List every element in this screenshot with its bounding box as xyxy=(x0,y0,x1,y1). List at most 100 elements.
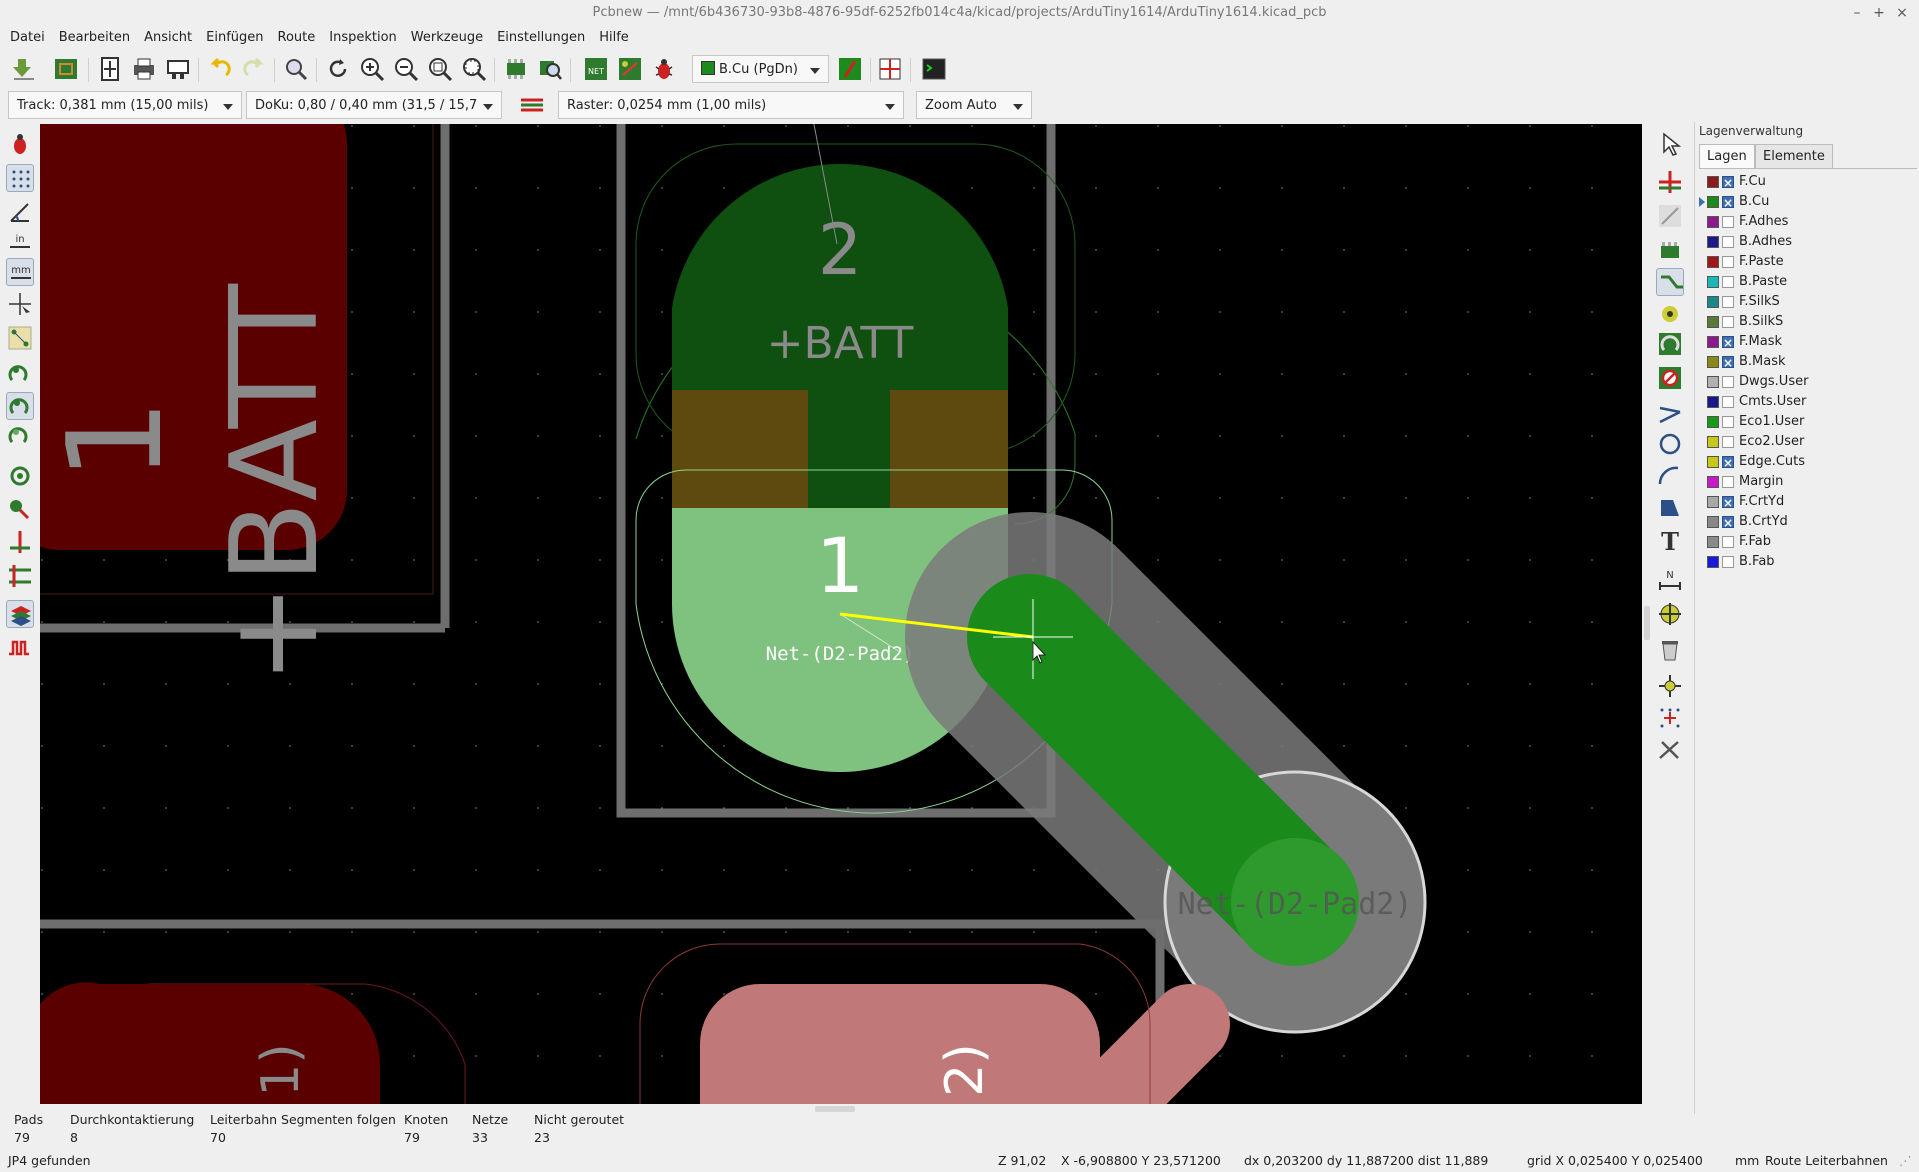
layer-color-swatch[interactable] xyxy=(1707,316,1719,328)
add-zone-icon[interactable] xyxy=(1656,330,1684,358)
layer-color-swatch[interactable] xyxy=(1707,496,1719,508)
grid-origin-icon[interactable] xyxy=(1656,704,1684,732)
layer-color-swatch[interactable] xyxy=(1707,336,1719,348)
layer-row-eco2-user[interactable]: Eco2.User xyxy=(1707,432,1917,452)
layer-visibility-checkbox[interactable] xyxy=(1722,513,1734,533)
layer-pair-icon[interactable] xyxy=(836,55,864,83)
tab-lagen[interactable]: Lagen xyxy=(1699,144,1755,168)
layer-row-b-adhes[interactable]: B.Adhes xyxy=(1707,232,1917,252)
layer-row-b-fab[interactable]: B.Fab xyxy=(1707,552,1917,572)
maximize-button[interactable]: + xyxy=(1870,4,1888,22)
plot-icon[interactable] xyxy=(164,55,192,83)
zoom-out-icon[interactable] xyxy=(392,55,420,83)
layer-color-swatch[interactable] xyxy=(1707,556,1719,568)
footprint-viewer-icon[interactable] xyxy=(536,55,564,83)
undo-icon[interactable] xyxy=(206,55,234,83)
layer-row-cmts-user[interactable]: Cmts.User xyxy=(1707,392,1917,412)
menu-hilfe[interactable]: Hilfe xyxy=(592,26,636,50)
layer-row-b-cu[interactable]: B.Cu xyxy=(1699,192,1917,213)
layer-color-swatch[interactable] xyxy=(1707,516,1719,528)
units-mm-icon[interactable]: mm xyxy=(6,258,34,286)
minimize-button[interactable]: – xyxy=(1848,4,1866,22)
vias-sketch-icon[interactable] xyxy=(6,496,34,524)
add-arc-icon[interactable] xyxy=(1656,462,1684,490)
zoom-selection-icon[interactable] xyxy=(460,55,488,83)
close-button[interactable]: × xyxy=(1893,4,1911,22)
add-line-icon[interactable] xyxy=(1656,400,1684,428)
menu-einstellungen[interactable]: Einstellungen xyxy=(490,26,592,50)
redraw-icon[interactable] xyxy=(324,55,352,83)
update-pcb-icon[interactable] xyxy=(616,55,644,83)
layer-visibility-checkbox[interactable] xyxy=(1722,216,1734,228)
select-tool-icon[interactable] xyxy=(1656,130,1684,158)
drc-toggle-icon[interactable] xyxy=(6,130,34,158)
layer-color-swatch[interactable] xyxy=(1707,256,1719,268)
layer-color-swatch[interactable] xyxy=(1707,176,1719,188)
layer-visibility-checkbox[interactable] xyxy=(1722,333,1734,353)
zoom-fit-icon[interactable] xyxy=(426,55,454,83)
add-dimension-icon[interactable]: N xyxy=(1656,566,1684,594)
find-icon[interactable] xyxy=(282,55,310,83)
layer-row-edge-cuts[interactable]: Edge.Cuts xyxy=(1707,452,1917,473)
resize-grip-icon[interactable]: ⋰ xyxy=(1899,1150,1912,1172)
highlight-net-icon[interactable] xyxy=(1656,168,1684,196)
tracks-sketch-icon[interactable] xyxy=(6,528,34,556)
layer-visibility-checkbox[interactable] xyxy=(1722,453,1734,473)
layer-color-swatch[interactable] xyxy=(1707,416,1719,428)
layer-color-swatch[interactable] xyxy=(1707,396,1719,408)
layer-color-swatch[interactable] xyxy=(1707,476,1719,488)
add-text-icon[interactable]: T xyxy=(1656,526,1684,556)
layer-row-f-adhes[interactable]: F.Adhes xyxy=(1707,212,1917,232)
scripting-console-icon[interactable] xyxy=(920,55,948,83)
layer-row-f-fab[interactable]: F.Fab xyxy=(1707,532,1917,552)
layer-visibility-checkbox[interactable] xyxy=(1722,536,1734,548)
show-zones-outline-icon[interactable] xyxy=(6,392,34,420)
layer-row-f-paste[interactable]: F.Paste xyxy=(1707,252,1917,272)
cursor-shape-icon[interactable] xyxy=(6,290,34,318)
show-zones-icon[interactable] xyxy=(6,360,34,388)
layer-visibility-checkbox[interactable] xyxy=(1722,276,1734,288)
bottom-left-pad[interactable] xyxy=(40,982,380,1104)
layer-row-b-crtyd[interactable]: B.CrtYd xyxy=(1707,512,1917,533)
layer-row-b-paste[interactable]: B.Paste xyxy=(1707,272,1917,292)
layer-visibility-checkbox[interactable] xyxy=(1722,193,1734,213)
menu-inspektion[interactable]: Inspektion xyxy=(322,26,404,50)
menu-route[interactable]: Route xyxy=(271,26,323,50)
layer-color-swatch[interactable] xyxy=(1707,536,1719,548)
layer-visibility-checkbox[interactable] xyxy=(1722,476,1734,488)
grid-toggle-icon[interactable] xyxy=(6,164,34,192)
layer-color-swatch[interactable] xyxy=(1707,456,1719,468)
layer-color-swatch[interactable] xyxy=(1707,436,1719,448)
menu-datei[interactable]: Datei xyxy=(0,26,52,50)
layers-manager-icon[interactable] xyxy=(6,600,34,628)
layer-color-swatch[interactable] xyxy=(1707,296,1719,308)
layer-color-swatch[interactable] xyxy=(1707,196,1719,208)
autoplace-icon[interactable] xyxy=(876,55,904,83)
layer-visibility-checkbox[interactable] xyxy=(1722,416,1734,428)
netlist-icon[interactable]: NET xyxy=(582,55,610,83)
redo-icon[interactable] xyxy=(240,55,268,83)
layer-visibility-checkbox[interactable] xyxy=(1722,256,1734,268)
add-circle-icon[interactable] xyxy=(1656,430,1684,458)
delete-tool-icon[interactable] xyxy=(1656,636,1684,664)
layer-visibility-checkbox[interactable] xyxy=(1722,316,1734,328)
add-polygon-icon[interactable] xyxy=(1656,494,1684,522)
layer-color-swatch[interactable] xyxy=(1707,376,1719,388)
page-setup-icon[interactable] xyxy=(96,55,124,83)
footprint-editor-icon[interactable] xyxy=(502,55,530,83)
menu-ansicht[interactable]: Ansicht xyxy=(137,26,199,50)
keepout-zone-icon[interactable] xyxy=(1656,364,1684,392)
layer-row-f-cu[interactable]: F.Cu xyxy=(1707,172,1917,193)
layer-color-swatch[interactable] xyxy=(1707,356,1719,368)
add-via-icon[interactable] xyxy=(1656,300,1684,328)
auto-track-width-icon[interactable] xyxy=(518,91,546,119)
layer-color-swatch[interactable] xyxy=(1707,276,1719,288)
layer-visibility-checkbox[interactable] xyxy=(1722,173,1734,193)
layer-visibility-checkbox[interactable] xyxy=(1722,493,1734,513)
layer-row-dwgs-user[interactable]: Dwgs.User xyxy=(1707,372,1917,392)
grid-select[interactable]: Raster: 0,0254 mm (1,00 mils) xyxy=(558,91,904,119)
zoom-in-icon[interactable] xyxy=(358,55,386,83)
via-size-select[interactable]: DoKu: 0,80 / 0,40 mm (31,5 / 15,7 mils) … xyxy=(246,91,502,141)
layer-visibility-checkbox[interactable] xyxy=(1722,376,1734,388)
layer-row-f-mask[interactable]: F.Mask xyxy=(1707,332,1917,353)
